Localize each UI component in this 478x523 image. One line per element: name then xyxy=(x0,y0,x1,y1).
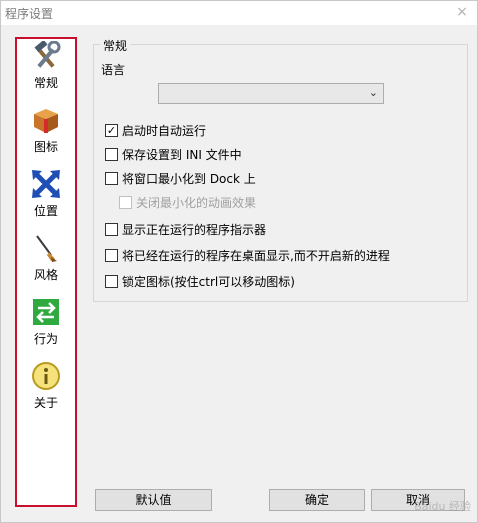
default-button[interactable]: 默认值 xyxy=(95,489,212,511)
option-lock-icons[interactable]: 锁定图标(按住ctrl可以移动图标) xyxy=(105,273,295,289)
running-indicator-checkbox[interactable] xyxy=(105,222,118,236)
option-disable-minimize-animation[interactable]: 关闭最小化的动画效果 xyxy=(119,194,256,210)
language-label: 语言 xyxy=(101,63,126,77)
settings-window: 程序设置 × 常规 图标 位置 风格 行为 关于 常规 语言 ⌄ ✓ 启动时自动… xyxy=(0,0,478,523)
option-save-ini[interactable]: 保存设置到 INI 文件中 xyxy=(105,146,242,162)
window-title: 程序设置 xyxy=(5,7,54,21)
ok-button[interactable]: 确定 xyxy=(269,489,365,511)
option-autostart[interactable]: ✓ 启动时自动运行 xyxy=(105,122,206,138)
sidebar-item-label: 行为 xyxy=(33,332,58,346)
option-label: 关闭最小化的动画效果 xyxy=(136,195,257,210)
sidebar-item-behavior[interactable]: 行为 xyxy=(17,295,75,357)
sidebar-item-label: 位置 xyxy=(33,204,58,218)
sidebar-item-about[interactable]: 关于 xyxy=(17,359,75,421)
sidebar-item-label: 常规 xyxy=(33,76,58,90)
option-label: 将窗口最小化到 Dock 上 xyxy=(122,171,256,186)
show-running-checkbox[interactable] xyxy=(105,248,118,262)
chevron-down-icon: ⌄ xyxy=(368,86,378,99)
title-bar: 程序设置 × xyxy=(1,1,477,25)
option-label: 锁定图标(按住ctrl可以移动图标) xyxy=(122,274,295,289)
move-arrows-icon xyxy=(32,170,60,198)
option-running-indicator[interactable]: 显示正在运行的程序指示器 xyxy=(105,221,266,237)
sidebar-item-icons[interactable]: 图标 xyxy=(17,103,75,165)
close-button[interactable]: × xyxy=(453,3,471,21)
option-show-running-on-desktop[interactable]: 将已经在运行的程序在桌面显示,而不开启新的进程 xyxy=(105,247,390,263)
swap-arrows-icon xyxy=(33,299,59,325)
watermark: Baidu 经验 xyxy=(414,500,471,513)
lock-icons-checkbox[interactable] xyxy=(105,274,118,288)
group-title: 常规 xyxy=(100,37,131,54)
option-label: 将已经在运行的程序在桌面显示,而不开启新的进程 xyxy=(122,248,390,263)
sidebar-item-label: 风格 xyxy=(33,268,58,282)
info-icon xyxy=(32,362,60,390)
autostart-checkbox[interactable]: ✓ xyxy=(105,123,118,137)
sidebar-item-label: 图标 xyxy=(33,140,58,154)
option-label: 启动时自动运行 xyxy=(122,123,207,138)
option-minimize-to-dock[interactable]: 将窗口最小化到 Dock 上 xyxy=(105,170,256,186)
save-ini-checkbox[interactable] xyxy=(105,147,118,161)
box-icon xyxy=(34,109,58,133)
disable-animation-checkbox[interactable] xyxy=(119,195,132,209)
sidebar-item-general[interactable]: 常规 xyxy=(17,39,75,101)
sidebar-item-label: 关于 xyxy=(33,396,58,410)
option-label: 显示正在运行的程序指示器 xyxy=(122,222,267,237)
sidebar-item-position[interactable]: 位置 xyxy=(17,167,75,229)
language-select[interactable]: ⌄ xyxy=(158,83,384,104)
minimize-to-dock-checkbox[interactable] xyxy=(105,171,118,185)
tools-icon xyxy=(34,41,61,68)
sidebar-item-style[interactable]: 风格 xyxy=(17,231,75,293)
option-label: 保存设置到 INI 文件中 xyxy=(122,147,242,162)
category-sidebar: 常规 图标 位置 风格 行为 关于 xyxy=(15,37,77,507)
brush-icon xyxy=(36,235,57,262)
